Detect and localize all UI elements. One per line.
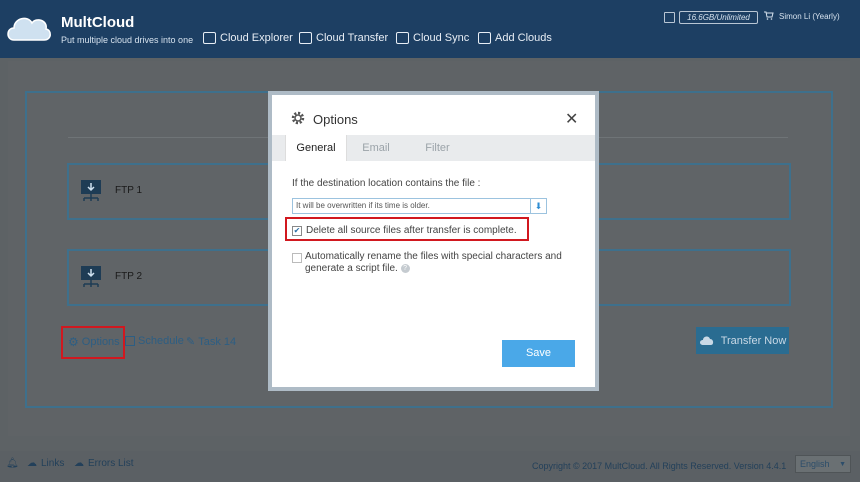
ftp-icon — [81, 180, 101, 201]
copyright-text: Copyright © 2017 MultCloud. All Rights R… — [532, 461, 787, 471]
cloud-error-icon: ☁ — [74, 458, 84, 469]
cloud-upload-icon — [699, 336, 713, 345]
language-select[interactable]: English ▼ — [795, 455, 851, 473]
task-name-link[interactable]: ✎ Task 14 — [186, 335, 237, 349]
tab-general[interactable]: General — [285, 135, 347, 161]
add-clouds-icon — [478, 32, 491, 44]
links-link[interactable]: ☁ Links — [27, 458, 64, 469]
nav-cloud-transfer[interactable]: Cloud Transfer — [299, 32, 388, 44]
options-link[interactable]: ⚙ Options — [68, 335, 120, 349]
multcloud-logo-icon[interactable] — [4, 10, 52, 44]
gear-icon: ⚙ — [68, 335, 79, 349]
schedule-label: Schedule — [138, 335, 184, 347]
nav-cloud-explorer[interactable]: Cloud Explorer — [203, 32, 293, 44]
nav-cloud-sync[interactable]: Cloud Sync — [396, 32, 469, 44]
nav-label: Cloud Explorer — [220, 32, 293, 44]
dialog-title: Options — [313, 112, 358, 127]
links-label: Links — [41, 458, 65, 469]
cart-icon[interactable] — [764, 11, 774, 20]
cloud-transfer-icon — [299, 32, 312, 44]
delete-source-checkbox[interactable]: ✔ — [292, 225, 302, 236]
nav-label: Cloud Sync — [413, 32, 470, 44]
target-drive-label: FTP 2 — [115, 271, 143, 282]
errors-list-link[interactable]: ☁ Errors List — [74, 458, 134, 469]
rename-option[interactable]: Automatically rename the files with spec… — [292, 251, 577, 275]
gear-icon — [291, 111, 305, 125]
help-icon[interactable]: ? — [400, 263, 410, 273]
schedule-checkbox[interactable] — [125, 336, 135, 346]
schedule-link[interactable]: Schedule — [125, 335, 184, 347]
tab-email[interactable]: Email — [350, 135, 402, 161]
conflict-select-value: It will be overwritten if its time is ol… — [296, 201, 430, 210]
brand-tagline: Put multiple cloud drives into one — [61, 35, 194, 45]
nav-label: Cloud Transfer — [316, 32, 389, 44]
user-account[interactable]: Simon Li (Yearly) — [779, 12, 840, 21]
options-label: Options — [81, 336, 120, 348]
nav-label: Add Clouds — [495, 32, 552, 44]
close-icon[interactable]: ✕ — [565, 109, 578, 129]
save-button[interactable]: Save — [502, 340, 575, 367]
delete-source-option[interactable]: ✔ Delete all source files after transfer… — [292, 225, 517, 236]
bell-icon: 🔔︎ — [6, 458, 19, 469]
transfer-now-button[interactable]: Transfer Now — [696, 327, 789, 354]
cloud-explorer-icon — [203, 32, 216, 44]
rename-checkbox[interactable] — [292, 253, 302, 263]
tab-filter[interactable]: Filter — [410, 135, 465, 161]
source-drive-label: FTP 1 — [115, 185, 143, 196]
ftp-icon — [81, 266, 101, 287]
mail-icon[interactable] — [664, 12, 675, 23]
conflict-question: If the destination location contains the… — [292, 178, 481, 189]
transfer-now-label: Transfer Now — [720, 334, 787, 347]
cloud-sync-icon — [396, 32, 409, 44]
edit-icon: ✎ — [186, 336, 196, 348]
delete-source-label: Delete all source files after transfer i… — [306, 225, 517, 236]
storage-usage: 16.6GB/Unlimited — [679, 11, 758, 24]
nav-add-clouds[interactable]: Add Clouds — [478, 32, 552, 44]
rename-label: Automatically rename the files with spec… — [305, 251, 562, 274]
cloud-icon: ☁ — [27, 458, 37, 469]
chevron-down-icon[interactable]: ⬇ — [530, 199, 546, 213]
language-value: English — [800, 459, 830, 469]
brand-name[interactable]: MultCloud — [61, 14, 134, 31]
task-name-label: Task 14 — [198, 335, 237, 348]
conflict-select[interactable]: It will be overwritten if its time is ol… — [292, 198, 547, 214]
chevron-down-icon: ▼ — [839, 460, 846, 468]
options-dialog: Options ✕ General Email Filter If the de… — [272, 95, 595, 387]
notification-bell[interactable]: 🔔︎ — [6, 458, 19, 469]
errors-list-label: Errors List — [88, 458, 134, 469]
